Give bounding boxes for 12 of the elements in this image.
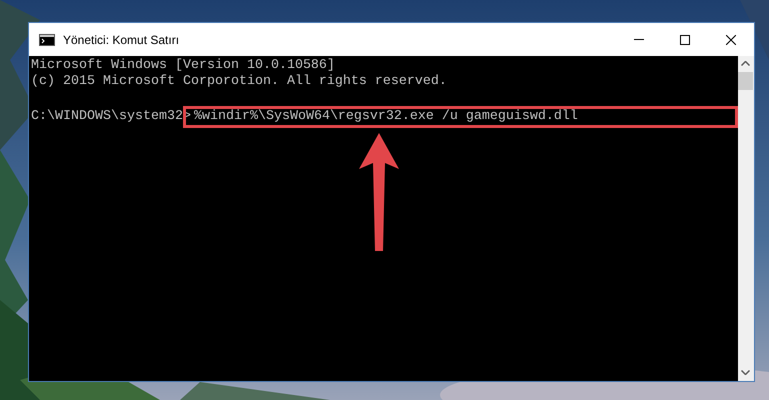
- scroll-down-icon: [741, 370, 750, 375]
- scroll-up-icon: [741, 61, 750, 66]
- minimize-icon: [634, 39, 644, 40]
- arrow-icon: [359, 133, 399, 253]
- scroll-thumb[interactable]: [738, 72, 754, 90]
- console-line: Microsoft Windows [Version 10.0.10586]: [31, 58, 335, 74]
- console-icon: [39, 34, 55, 46]
- window-title: Yönetici: Komut Satırı: [63, 32, 180, 48]
- maximize-icon: [680, 34, 690, 44]
- close-icon: [726, 34, 736, 44]
- console-line: (c) 2015 Microsoft Corporotion. All rights reserved.: [31, 74, 447, 90]
- scrollbar[interactable]: [738, 56, 754, 381]
